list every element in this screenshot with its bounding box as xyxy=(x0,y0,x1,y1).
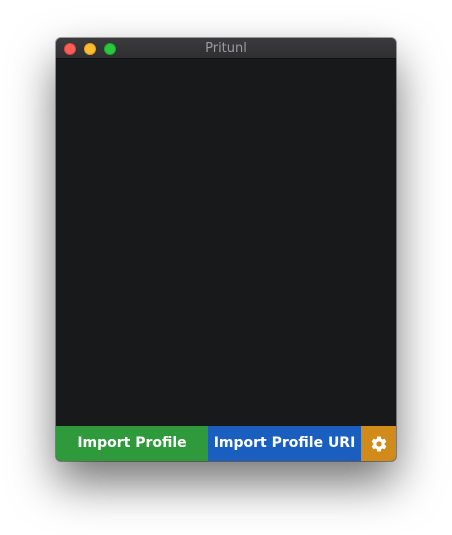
settings-button[interactable] xyxy=(361,426,396,461)
gear-icon xyxy=(371,436,386,451)
window-title: Pritunl xyxy=(205,41,247,56)
profiles-area xyxy=(56,59,396,426)
bottom-toolbar: Import Profile Import Profile URI xyxy=(56,426,396,461)
import-profile-uri-button[interactable]: Import Profile URI xyxy=(208,426,361,461)
import-profile-button[interactable]: Import Profile xyxy=(56,426,208,461)
title-bar[interactable]: Pritunl xyxy=(56,38,396,59)
app-window: Pritunl Import Profile Import Profile UR… xyxy=(56,38,396,461)
